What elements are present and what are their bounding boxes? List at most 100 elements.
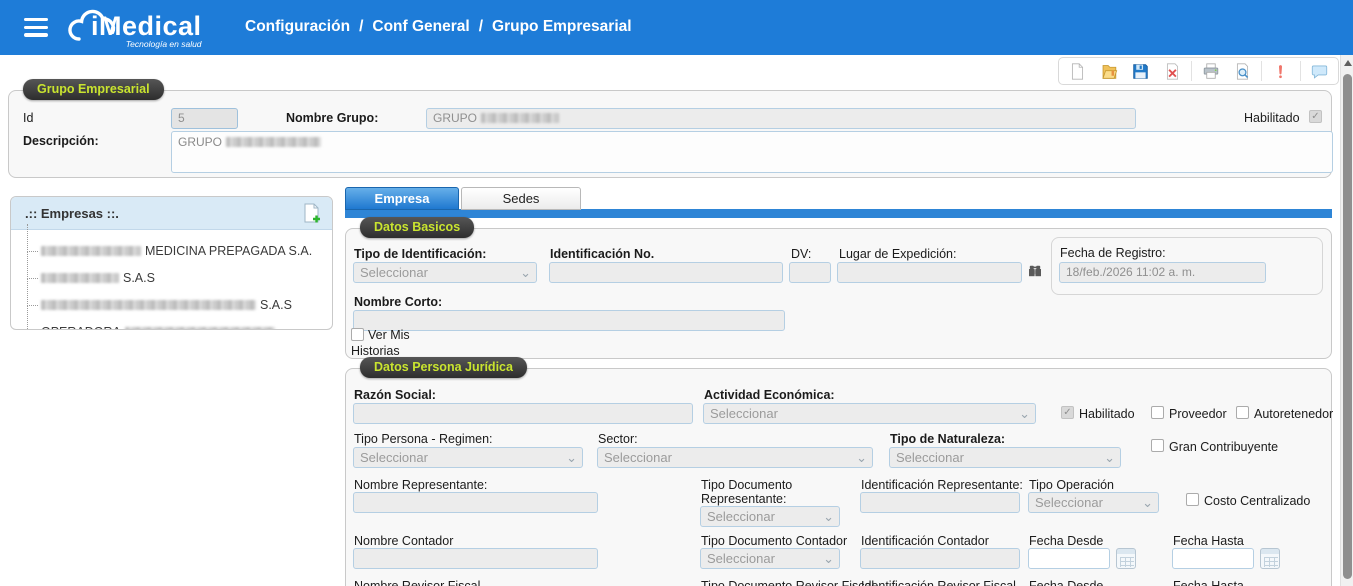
habilitado-pj-label: Habilitado <box>1079 407 1135 421</box>
chevron-down-icon: ⌄ <box>823 549 834 568</box>
id-label: Id <box>23 111 33 125</box>
tab-strip <box>345 209 1332 218</box>
imedical-logo: iMedical Tecnología en salud <box>66 4 202 49</box>
tipo-doc-contador-select: Seleccionar⌄ <box>700 548 840 569</box>
redacted-text <box>226 137 321 147</box>
proveedor-label: Proveedor <box>1169 407 1227 421</box>
scroll-up-icon[interactable] <box>1344 60 1352 66</box>
grupo-empresarial-panel: Grupo Empresarial Id 5 Nombre Grupo: GRU… <box>8 90 1332 178</box>
breadcrumb-grupo-empresarial[interactable]: Grupo Empresarial <box>492 18 632 35</box>
add-document-icon[interactable] <box>302 203 322 223</box>
datos-persona-juridica-panel: Datos Persona Jurídica Razón Social: Act… <box>345 368 1332 586</box>
empresa-item[interactable]: S.A.S <box>25 292 332 319</box>
empresa-item[interactable]: OPERADORA <box>25 319 332 330</box>
tipo-doc-representante-label: Tipo Documento Representante: <box>701 478 813 506</box>
tipo-doc-revisor-label: Tipo Documento Revisor Fiscal <box>701 579 874 586</box>
chevron-down-icon: ⌄ <box>520 263 531 282</box>
scrollbar-thumb[interactable] <box>1343 74 1352 579</box>
tab-sedes[interactable]: Sedes <box>461 187 581 210</box>
fecha-desde-label: Fecha Desde <box>1029 534 1103 548</box>
fecha-hasta2-label: Fecha Hasta <box>1173 579 1244 586</box>
nombre-corto-label: Nombre Corto: <box>354 295 442 309</box>
tipo-doc-representante-select: Seleccionar⌄ <box>700 506 840 527</box>
razon-social-field <box>353 403 693 424</box>
actividad-economica-label: Actividad Económica: <box>704 388 835 402</box>
identificacion-revisor-label: Identificación Revisor Fiscal <box>861 579 1016 586</box>
toolbar <box>1058 57 1339 85</box>
chevron-down-icon: ⌄ <box>566 448 577 467</box>
chevron-down-icon: ⌄ <box>823 507 834 526</box>
preview-icon[interactable] <box>1230 60 1256 82</box>
identificacion-representante-label: Identificación Representante: <box>861 478 1023 492</box>
vertical-scrollbar[interactable] <box>1340 55 1353 586</box>
save-icon[interactable] <box>1128 60 1154 82</box>
empresas-panel: .:: Empresas ::. MEDICINA PREPAGADA S.A.… <box>10 196 333 330</box>
tab-empresa[interactable]: Empresa <box>345 187 459 210</box>
nombre-grupo-field: GRUPO <box>426 108 1136 129</box>
tipo-persona-select: Seleccionar⌄ <box>353 447 583 468</box>
fecha-hasta-field[interactable] <box>1172 548 1254 569</box>
calendar-icon[interactable] <box>1116 548 1136 569</box>
descripcion-field[interactable]: GRUPO <box>171 131 1333 173</box>
identificacion-contador-field <box>860 548 1020 569</box>
menu-icon[interactable] <box>24 18 48 37</box>
autoretenedor-checkbox[interactable] <box>1236 406 1249 419</box>
redacted-text <box>481 113 559 123</box>
nombre-representante-field <box>353 492 598 513</box>
gran-contribuyente-label: Gran Contribuyente <box>1169 440 1278 454</box>
logo-title: iMedical <box>91 13 202 39</box>
print-icon[interactable] <box>1198 60 1224 82</box>
new-document-icon[interactable] <box>1065 60 1091 82</box>
open-folder-icon[interactable] <box>1096 60 1122 82</box>
fecha-hasta-label: Fecha Hasta <box>1173 534 1244 548</box>
razon-social-label: Razón Social: <box>354 388 436 402</box>
descripcion-label: Descripción: <box>23 134 99 148</box>
lugar-expedicion-label: Lugar de Expedición: <box>839 247 956 261</box>
identificacion-no-field <box>549 262 783 283</box>
toolbar-separator <box>1300 61 1301 81</box>
dv-label: DV: <box>791 247 811 261</box>
redacted-text <box>41 300 256 310</box>
costo-centralizado-checkbox[interactable] <box>1186 493 1199 506</box>
tipo-operacion-label: Tipo Operación <box>1029 478 1114 492</box>
breadcrumb-conf-general[interactable]: Conf General <box>372 18 469 35</box>
sector-label: Sector: <box>598 432 638 446</box>
fecha-registro-field: 18/feb./2026 11:02 a. m. <box>1059 262 1266 283</box>
empresas-title: .:: Empresas ::. <box>25 206 119 221</box>
chevron-down-icon: ⌄ <box>1104 448 1115 467</box>
proveedor-checkbox[interactable] <box>1151 406 1164 419</box>
ver-mis-historias-group: Ver Mis Historias <box>351 327 431 359</box>
delete-icon[interactable] <box>1160 60 1186 82</box>
actividad-economica-select: Seleccionar⌄ <box>703 403 1036 424</box>
gran-contribuyente-checkbox[interactable] <box>1151 439 1164 452</box>
empresas-header: .:: Empresas ::. <box>11 197 332 230</box>
habilitado-pj-checkbox <box>1061 406 1074 419</box>
costo-centralizado-label: Costo Centralizado <box>1204 494 1310 508</box>
identificacion-no-label: Identificación No. <box>550 247 654 261</box>
identificacion-representante-field <box>860 492 1020 513</box>
empresa-item[interactable]: MEDICINA PREPAGADA S.A. <box>25 238 332 265</box>
lugar-expedicion-field <box>837 262 1022 283</box>
redacted-text <box>125 327 275 330</box>
breadcrumb-configuracion[interactable]: Configuración <box>245 18 350 35</box>
datos-basicos-legend: Datos Basicos <box>360 217 474 238</box>
id-field: 5 <box>171 108 238 129</box>
fecha-desde2-label: Fecha Desde <box>1029 579 1103 586</box>
comment-icon[interactable] <box>1306 60 1332 82</box>
nombre-contador-field <box>353 548 598 569</box>
empresa-item[interactable]: S.A.S <box>25 265 332 292</box>
chevron-down-icon: ⌄ <box>856 448 867 467</box>
alert-icon[interactable] <box>1268 60 1294 82</box>
sector-select: Seleccionar⌄ <box>597 447 873 468</box>
fecha-desde-field[interactable] <box>1028 548 1110 569</box>
binoculars-icon[interactable] <box>1027 263 1043 279</box>
nombre-grupo-label: Nombre Grupo: <box>286 111 378 125</box>
datos-persona-juridica-legend: Datos Persona Jurídica <box>360 357 527 378</box>
redacted-text <box>41 246 141 256</box>
tipo-doc-contador-label: Tipo Documento Contador <box>701 534 847 548</box>
fecha-registro-box: Fecha de Registro: 18/feb./2026 11:02 a.… <box>1051 237 1323 295</box>
datos-basicos-panel: Datos Basicos Tipo de Identificación: Se… <box>345 228 1332 359</box>
autoretenedor-label: Autoretenedor <box>1254 407 1333 421</box>
calendar-icon[interactable] <box>1260 548 1280 569</box>
ver-mis-historias-checkbox[interactable] <box>351 328 364 341</box>
